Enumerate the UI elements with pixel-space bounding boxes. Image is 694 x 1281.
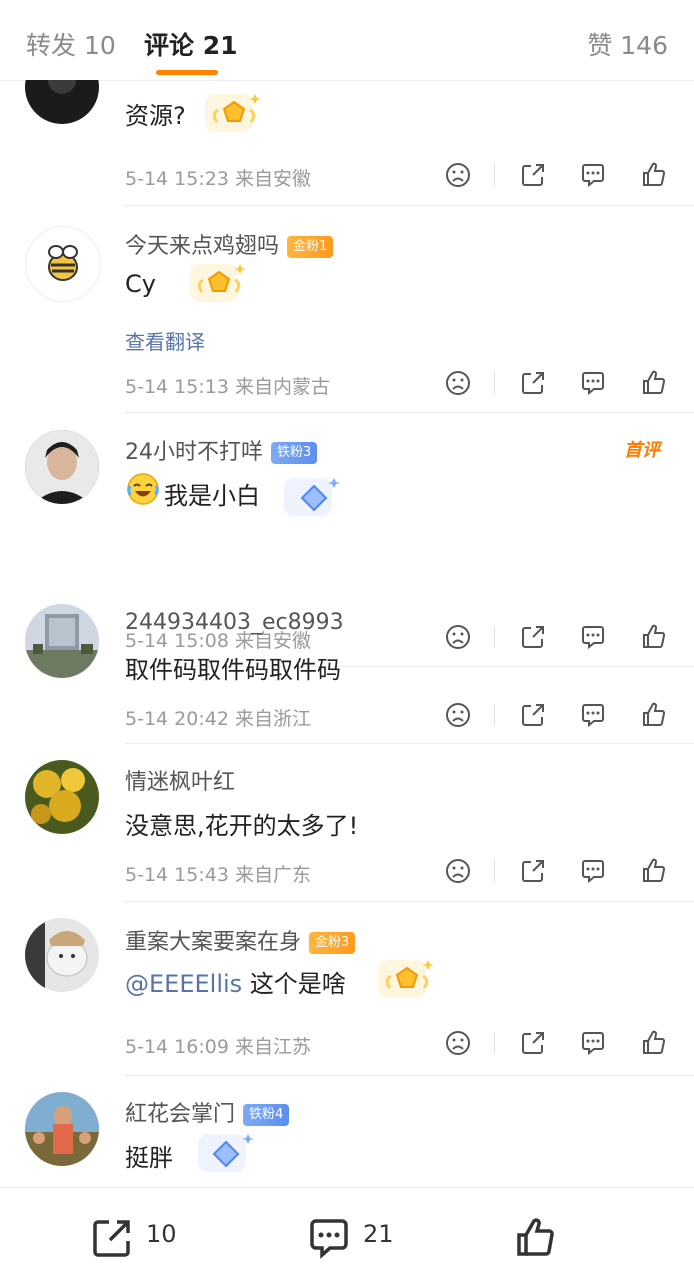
comment-username[interactable]: 情迷枫叶红 [125, 764, 235, 796]
gold-fan-sticker-icon [378, 960, 434, 998]
mention-link[interactable]: @EEEEllis [125, 970, 242, 998]
like-button[interactable] [514, 1216, 558, 1256]
comment-text: @EEEEllis 这个是啥 [125, 970, 346, 998]
avatar[interactable] [25, 226, 101, 302]
comment-meta: 5-14 15:23 来自安徽 [125, 168, 311, 190]
comment-bubble-icon[interactable] [578, 700, 608, 730]
avatar[interactable] [25, 80, 99, 124]
thumbs-up-icon [517, 1218, 554, 1256]
gold-fan-sticker-icon [190, 264, 246, 302]
repost-button[interactable]: 10 [90, 1216, 177, 1257]
comment-meta: 5-14 15:43 来自广东 [125, 864, 311, 886]
comment-bubble-icon[interactable] [578, 622, 608, 652]
avatar[interactable] [25, 430, 99, 504]
iron-fan-sticker-icon [284, 478, 340, 516]
share-icon[interactable] [518, 856, 548, 886]
action-divider [494, 626, 495, 648]
fan-badge: 金粉3 [309, 932, 356, 954]
repost-count: 10 [146, 1220, 177, 1248]
thumbs-up-icon[interactable] [639, 700, 669, 730]
action-divider [494, 860, 495, 882]
sad-face-icon[interactable] [443, 368, 473, 398]
avatar[interactable] [25, 918, 99, 992]
comment-text: Cy [125, 270, 156, 298]
comment-username[interactable]: 24小时不打咩 铁粉3 [125, 434, 318, 466]
avatar[interactable] [25, 760, 99, 834]
comment-divider [125, 205, 694, 206]
avatar[interactable] [25, 1092, 99, 1166]
comment-bubble-icon[interactable] [578, 368, 608, 398]
gold-fan-sticker-icon [205, 94, 261, 132]
comment-bubble-icon[interactable] [578, 856, 608, 886]
fan-badge: 金粉1 [287, 236, 334, 258]
translate-link[interactable]: 查看翻译 [125, 326, 205, 355]
comment-divider [125, 901, 694, 902]
share-icon[interactable] [518, 700, 548, 730]
comment-username[interactable]: 244934403_ec8993 [125, 610, 344, 635]
comment-divider [125, 1075, 694, 1076]
comment-username[interactable]: 今天来点鸡翅吗 金粉1 [125, 228, 334, 260]
action-divider [494, 704, 495, 726]
share-icon[interactable] [518, 368, 548, 398]
avatar[interactable] [25, 604, 99, 678]
sad-face-icon[interactable] [443, 1028, 473, 1058]
comment-text: 挺胖 [125, 1144, 173, 1172]
action-divider [494, 1032, 495, 1054]
sad-face-icon[interactable] [443, 700, 473, 730]
share-icon[interactable] [518, 160, 548, 190]
sad-face-icon[interactable] [443, 160, 473, 190]
tab-comments[interactable]: 评论 21 [144, 26, 238, 62]
comment-divider [125, 412, 694, 413]
comment-bubble-icon[interactable] [578, 1028, 608, 1058]
comment-list[interactable]: 资源? 5-14 15:23 来自安徽 今天来点鸡翅吗 金粉1 Cy 查看翻译 … [0, 80, 694, 1187]
comment-tabs: 转发 10 评论 21 赞 146 [0, 0, 694, 81]
action-divider [494, 372, 495, 394]
sad-face-icon[interactable] [443, 622, 473, 652]
comment-text: 资源? [125, 102, 186, 130]
comment-bubble-icon [310, 1219, 348, 1259]
comment-count: 21 [363, 1220, 394, 1248]
comment-divider [125, 743, 694, 744]
tab-repost[interactable]: 转发 10 [26, 26, 116, 62]
comment-text: 取件码取件码取件码 [125, 656, 341, 684]
share-icon[interactable] [518, 1028, 548, 1058]
comment-meta: 5-14 15:13 来自内蒙古 [125, 376, 330, 398]
active-tab-indicator [156, 70, 218, 75]
iron-fan-sticker-icon [198, 1134, 254, 1172]
thumbs-up-icon[interactable] [639, 1028, 669, 1058]
comment-bubble-icon[interactable] [578, 160, 608, 190]
tab-likes[interactable]: 赞 146 [587, 26, 668, 62]
comment-button[interactable]: 21 [307, 1216, 394, 1259]
sad-face-icon[interactable] [443, 856, 473, 886]
thumbs-up-icon[interactable] [639, 368, 669, 398]
fan-badge: 铁粉3 [271, 442, 318, 464]
share-icon[interactable] [518, 622, 548, 652]
first-comment-tag: 首评 [624, 440, 660, 461]
comment-meta: 5-14 20:42 来自浙江 [125, 708, 311, 730]
thumbs-up-icon[interactable] [639, 160, 669, 190]
comment-username[interactable]: 紅花会掌门 铁粉4 [125, 1096, 290, 1128]
thumbs-up-icon[interactable] [639, 622, 669, 652]
comment-text: 我是小白 [164, 482, 260, 510]
comment-username[interactable]: 重案大案要案在身 金粉3 [125, 924, 356, 956]
thumbs-up-icon[interactable] [639, 856, 669, 886]
comment-text: 没意思,花开的太多了! [125, 812, 359, 840]
comment-meta: 5-14 16:09 来自江苏 [125, 1036, 311, 1058]
action-divider [494, 164, 495, 186]
fan-badge: 铁粉4 [243, 1104, 290, 1126]
share-icon [93, 1220, 130, 1257]
laughing-crying-emoji-icon [127, 473, 159, 505]
bottom-action-bar: 10 21 [0, 1187, 694, 1281]
